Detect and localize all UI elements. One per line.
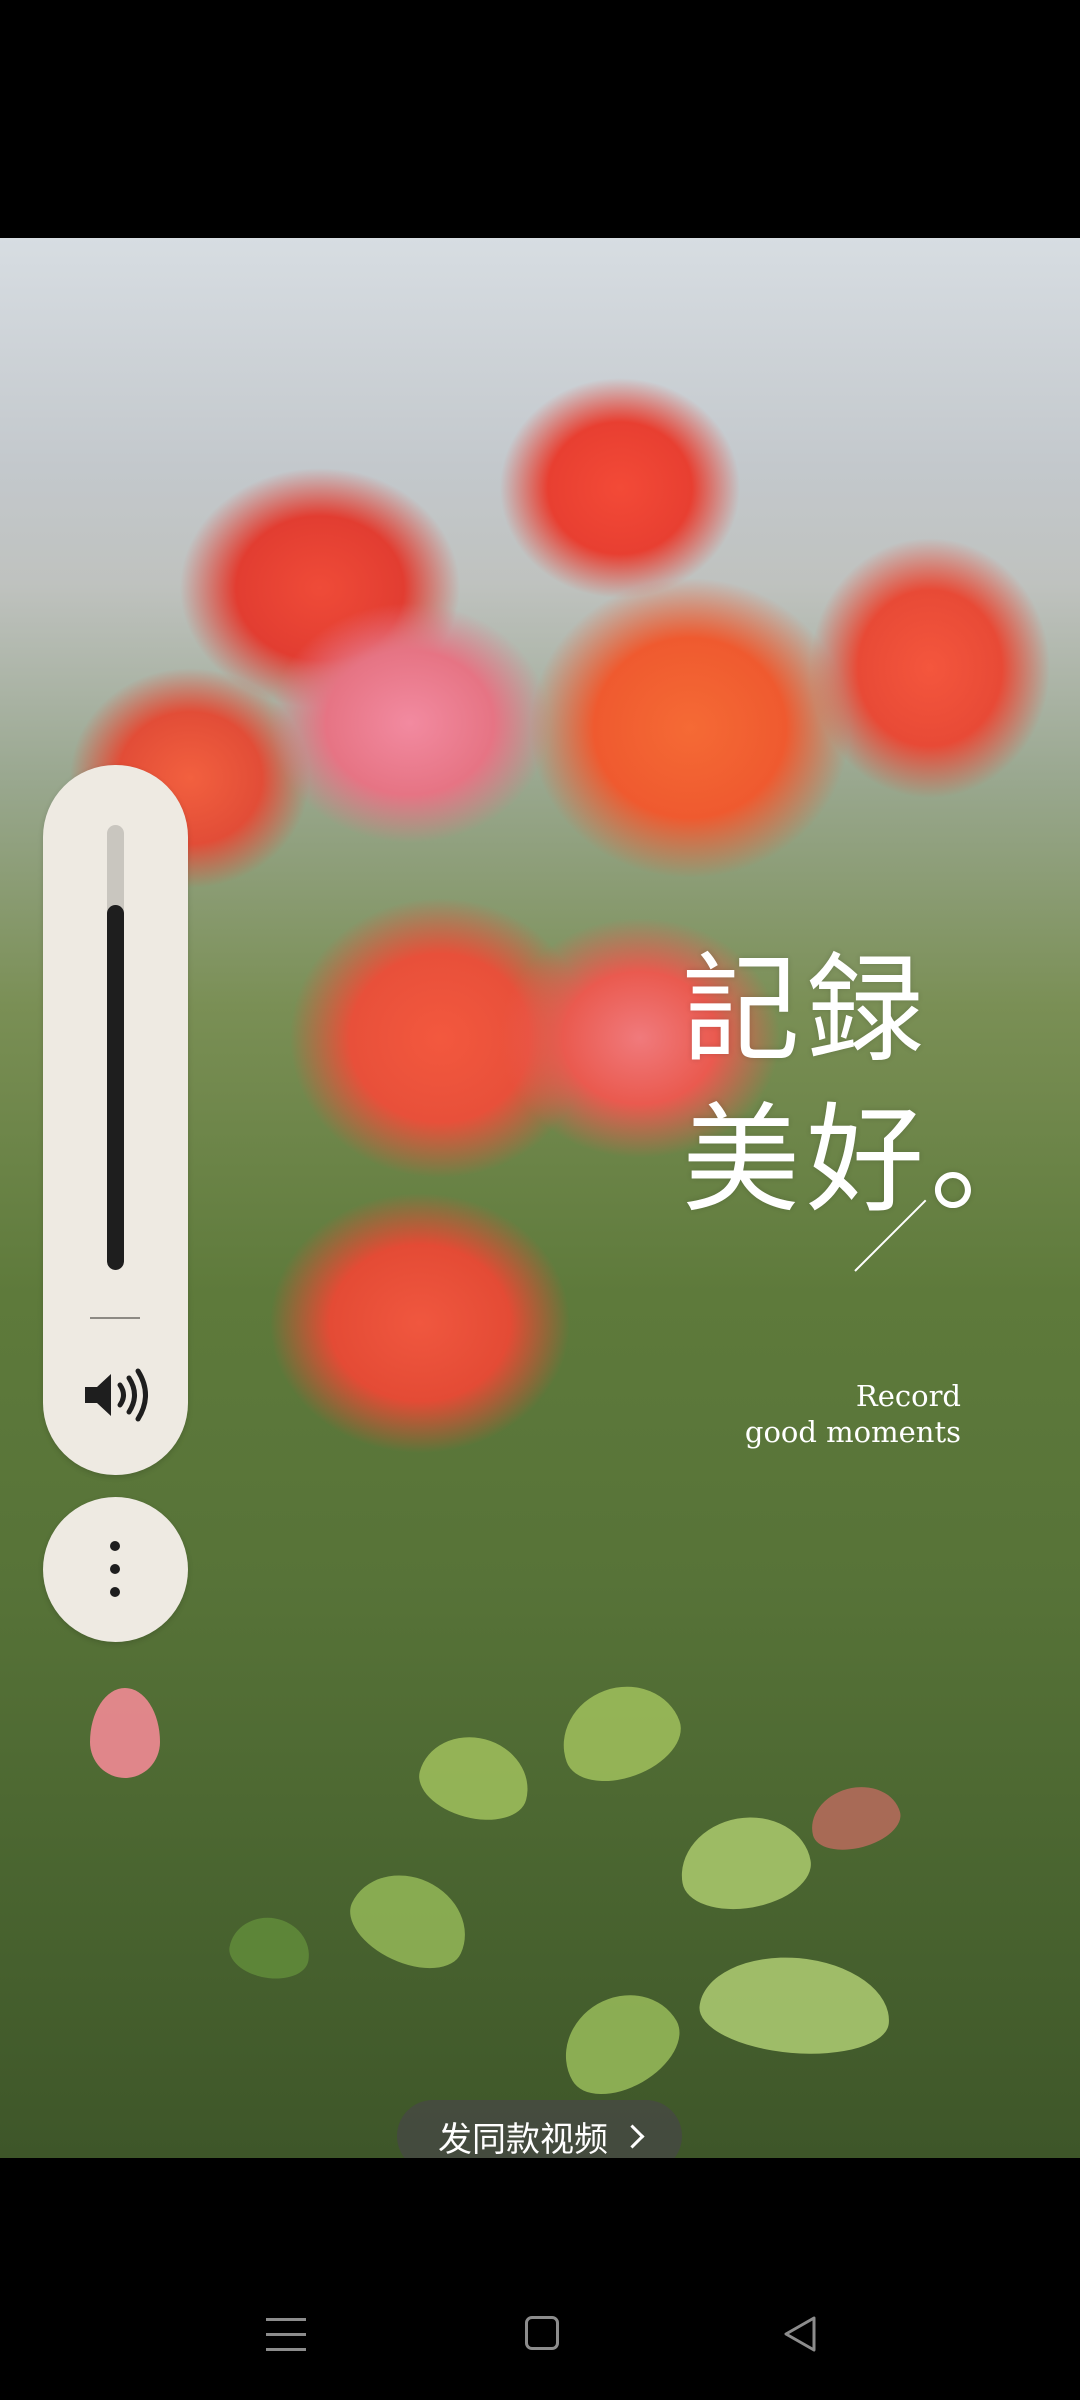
more-vertical-icon [107, 1539, 123, 1599]
overlay-title-line-1: 記録 [682, 941, 931, 1079]
home-icon[interactable] [525, 2316, 559, 2350]
system-navigation-bar [0, 2158, 1080, 2400]
volume-slider[interactable] [107, 825, 124, 1270]
speaker-volume-icon[interactable] [79, 1365, 151, 1425]
volume-panel [43, 765, 188, 1475]
menu-icon[interactable] [266, 2318, 306, 2352]
overlay-title-line-2: 美好。 [682, 1091, 1055, 1229]
more-options-button[interactable] [43, 1497, 188, 1642]
overlay-subtitle: Record good moments [745, 1378, 961, 1450]
overlay-subtitle-line-2: good moments [744, 1415, 961, 1449]
volume-slider-fill [107, 905, 124, 1270]
overlay-title: 記録 美好。 [682, 935, 1055, 1235]
volume-divider [90, 1317, 140, 1319]
overlay-subtitle-line-1: Record [855, 1379, 961, 1413]
back-icon[interactable] [780, 2314, 820, 2354]
chevron-right-icon [620, 2123, 645, 2149]
make-same-video-label: 发同款视频 [438, 2119, 608, 2160]
